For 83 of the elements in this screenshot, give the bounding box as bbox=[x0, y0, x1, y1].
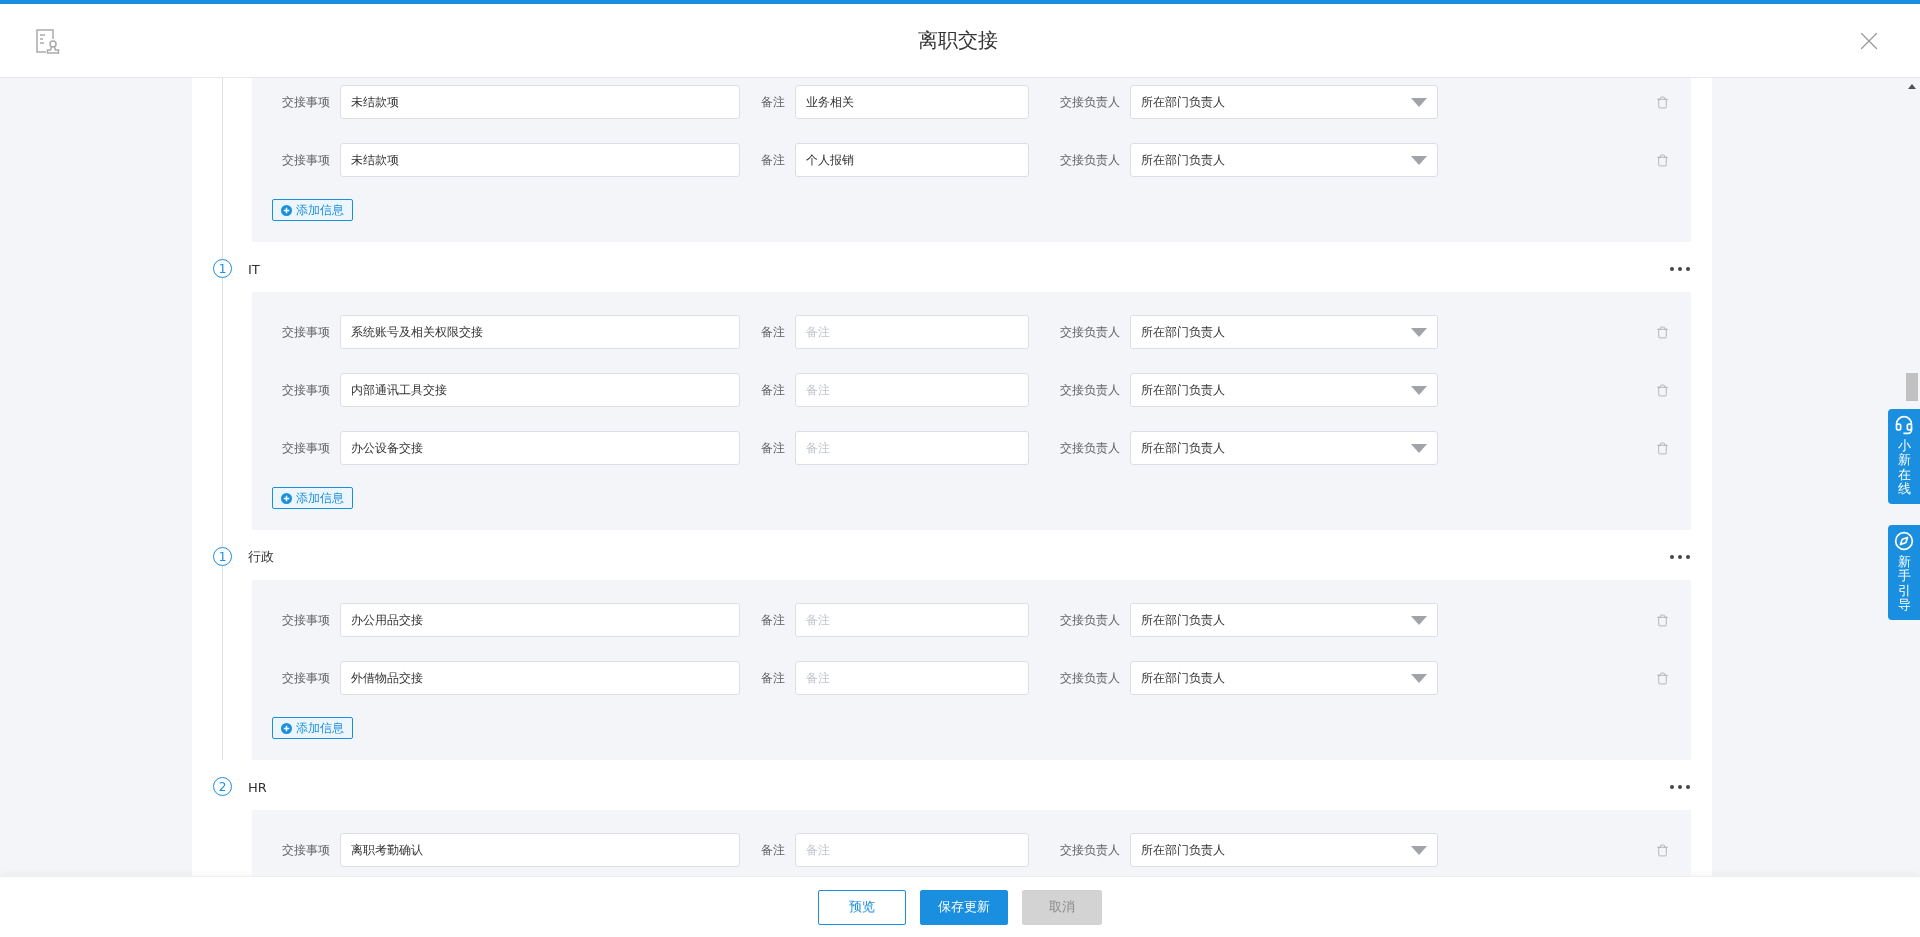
field-label: 交接负责人 bbox=[1059, 611, 1120, 629]
caret-icon bbox=[1411, 673, 1427, 683]
field-label: 交接负责人 bbox=[1059, 669, 1120, 687]
more-icon[interactable] bbox=[1669, 266, 1691, 272]
input-field[interactable]: 外借物品交接 bbox=[340, 661, 740, 695]
field-label: 交接负责人 bbox=[1059, 151, 1120, 169]
trash-icon[interactable] bbox=[1656, 95, 1669, 109]
field-label: 交接事项 bbox=[281, 93, 330, 111]
field-label: 备注 bbox=[760, 93, 785, 111]
caret-icon bbox=[1411, 443, 1427, 453]
owner-select[interactable]: 所在部门负责人 bbox=[1130, 373, 1438, 407]
step-number: 1 bbox=[213, 259, 232, 278]
owner-select[interactable]: 所在部门负责人 bbox=[1130, 315, 1438, 349]
caret-icon bbox=[1411, 385, 1427, 395]
field-label: 交接事项 bbox=[281, 669, 330, 687]
field-label: 备注 bbox=[760, 611, 785, 629]
more-icon[interactable] bbox=[1669, 554, 1691, 560]
step-number: 1 bbox=[213, 547, 232, 566]
caret-icon bbox=[1411, 327, 1427, 337]
field-label: 交接事项 bbox=[281, 151, 330, 169]
owner-select[interactable]: 所在部门负责人 bbox=[1130, 431, 1438, 465]
plus-circle-icon bbox=[281, 722, 292, 734]
trash-icon[interactable] bbox=[1656, 613, 1669, 627]
scroll-up-icon[interactable] bbox=[1908, 84, 1916, 89]
caret-icon bbox=[1411, 155, 1427, 165]
trash-icon[interactable] bbox=[1656, 153, 1669, 167]
input-field[interactable]: 备注 bbox=[795, 431, 1029, 465]
input-field[interactable]: 未结款项 bbox=[340, 85, 740, 119]
plus-circle-icon bbox=[281, 492, 292, 504]
input-field[interactable]: 未结款项 bbox=[340, 143, 740, 177]
input-field[interactable]: 个人报销 bbox=[795, 143, 1029, 177]
trash-icon[interactable] bbox=[1656, 325, 1669, 339]
caret-icon bbox=[1411, 97, 1427, 107]
owner-select[interactable]: 所在部门负责人 bbox=[1130, 143, 1438, 177]
field-label: 交接负责人 bbox=[1059, 439, 1120, 457]
field-label: 交接事项 bbox=[281, 439, 330, 457]
field-label: 交接事项 bbox=[281, 381, 330, 399]
section-title: HR bbox=[248, 779, 267, 795]
input-field[interactable]: 办公设备交接 bbox=[340, 431, 740, 465]
trash-icon[interactable] bbox=[1656, 383, 1669, 397]
window-title: 离职交接 bbox=[918, 27, 998, 54]
field-label: 备注 bbox=[760, 439, 785, 457]
trash-icon[interactable] bbox=[1656, 671, 1669, 685]
field-label: 交接负责人 bbox=[1059, 841, 1120, 859]
section-title: 行政 bbox=[248, 548, 274, 566]
caret-icon bbox=[1411, 845, 1427, 855]
owner-select[interactable]: 所在部门负责人 bbox=[1130, 833, 1438, 867]
input-field[interactable]: 备注 bbox=[795, 833, 1029, 867]
field-label: 备注 bbox=[760, 841, 785, 859]
field-label: 交接事项 bbox=[281, 841, 330, 859]
field-label: 交接负责人 bbox=[1059, 323, 1120, 341]
field-label: 交接负责人 bbox=[1059, 381, 1120, 399]
document-stamp-icon bbox=[34, 26, 62, 55]
input-field[interactable]: 内部通讯工具交接 bbox=[340, 373, 740, 407]
field-label: 备注 bbox=[760, 151, 785, 169]
input-field[interactable]: 系统账号及相关权限交接 bbox=[340, 315, 740, 349]
input-field[interactable]: 备注 bbox=[795, 661, 1029, 695]
plus-circle-icon bbox=[281, 204, 292, 216]
headset-icon bbox=[1894, 415, 1914, 435]
owner-select[interactable]: 所在部门负责人 bbox=[1130, 603, 1438, 637]
input-field[interactable]: 备注 bbox=[795, 315, 1029, 349]
field-label: 备注 bbox=[760, 669, 785, 687]
field-label: 交接事项 bbox=[281, 611, 330, 629]
owner-select[interactable]: 所在部门负责人 bbox=[1130, 85, 1438, 119]
owner-select[interactable]: 所在部门负责人 bbox=[1130, 661, 1438, 695]
input-field[interactable]: 备注 bbox=[795, 603, 1029, 637]
input-field[interactable]: 备注 bbox=[795, 373, 1029, 407]
trash-icon[interactable] bbox=[1656, 843, 1669, 857]
scrollbar-thumb[interactable] bbox=[1906, 373, 1918, 401]
field-label: 备注 bbox=[760, 323, 785, 341]
input-field[interactable]: 业务相关 bbox=[795, 85, 1029, 119]
step-number: 2 bbox=[213, 777, 232, 796]
caret-icon bbox=[1411, 615, 1427, 625]
field-label: 备注 bbox=[760, 381, 785, 399]
field-label: 交接负责人 bbox=[1059, 93, 1120, 111]
footer-button[interactable]: 预览 bbox=[818, 889, 906, 925]
compass-icon bbox=[1894, 531, 1914, 552]
field-label: 交接事项 bbox=[281, 323, 330, 341]
section-title: IT bbox=[248, 261, 260, 277]
more-icon[interactable] bbox=[1669, 784, 1691, 790]
input-field[interactable]: 离职考勤确认 bbox=[340, 833, 740, 867]
trash-icon[interactable] bbox=[1656, 441, 1669, 455]
input-field[interactable]: 办公用品交接 bbox=[340, 603, 740, 637]
